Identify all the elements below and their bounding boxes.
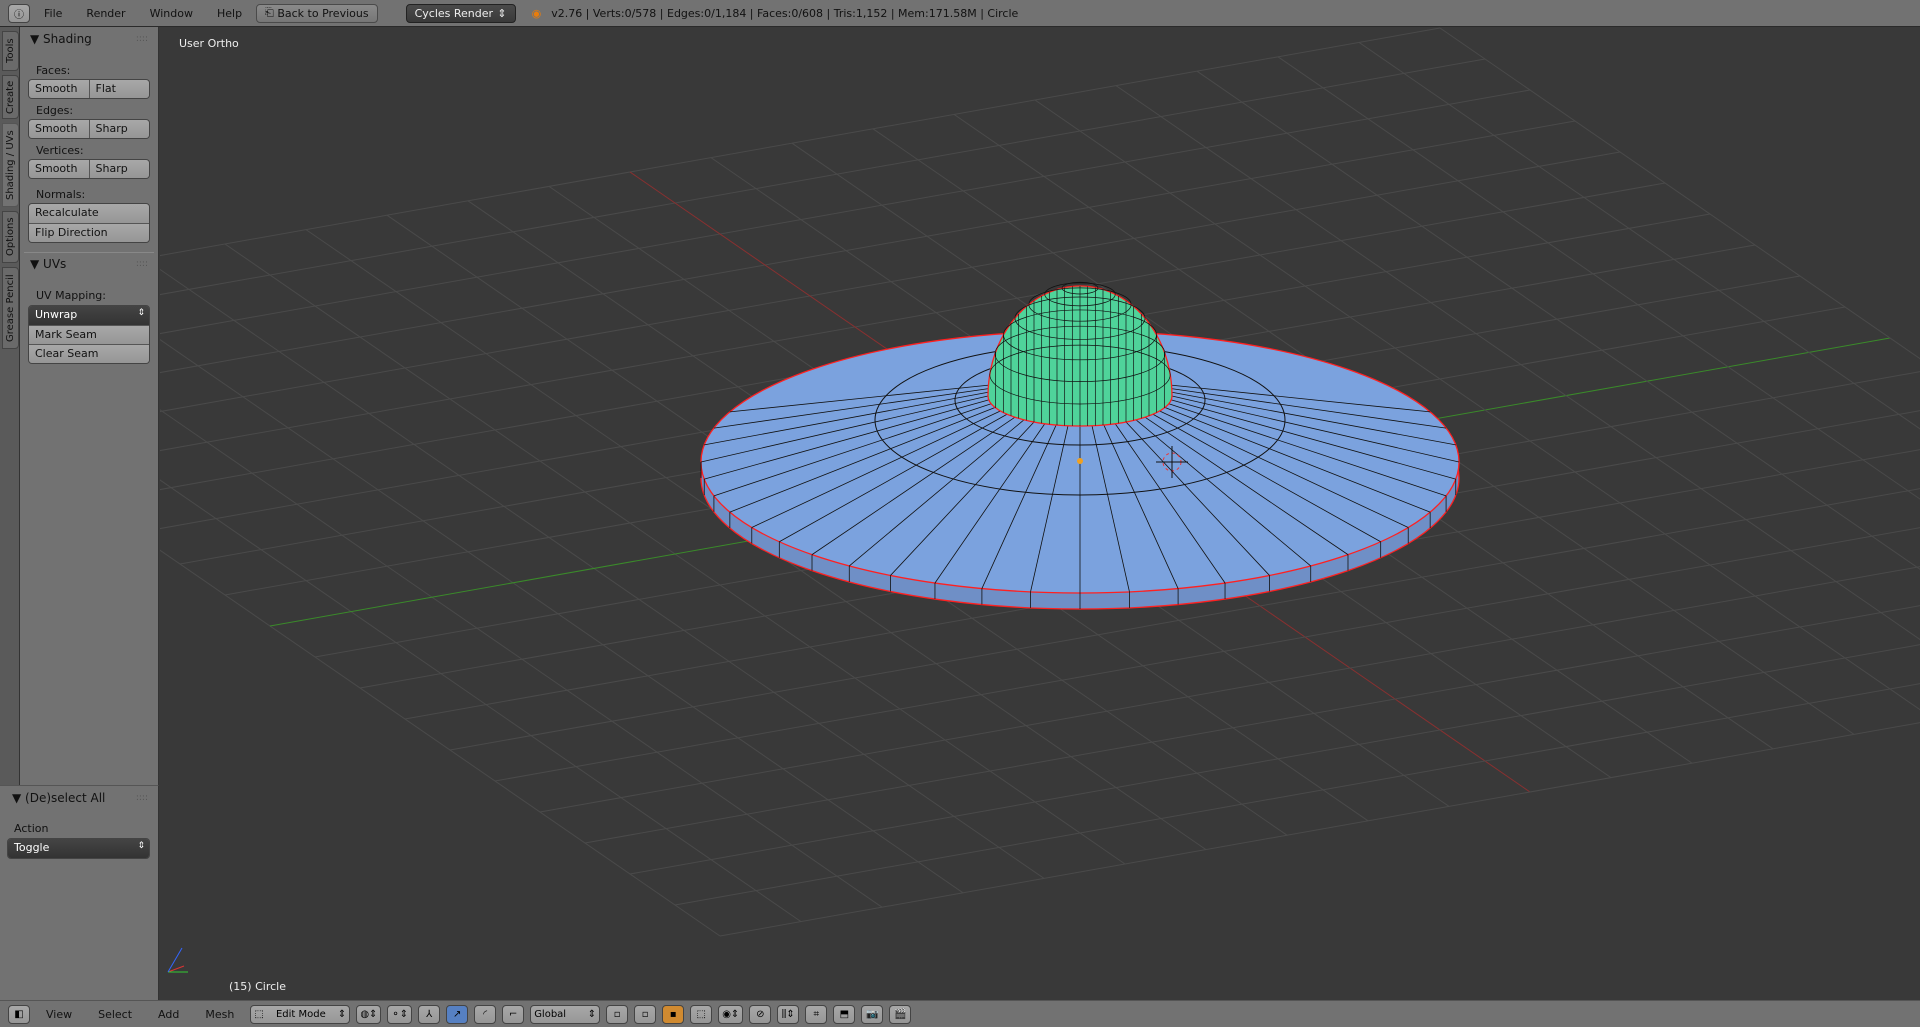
back-icon: ⎗ <box>265 6 278 19</box>
snap-element-icon[interactable]: ⫼⇕ <box>777 1004 800 1024</box>
translate-manipulator-icon[interactable]: ↗ <box>446 1004 469 1024</box>
snap-toggle-icon[interactable]: ⊘ <box>749 1004 772 1024</box>
faces-label: Faces: <box>36 64 71 77</box>
uv-mapping-label: UV Mapping: <box>36 289 106 302</box>
menu-render[interactable]: Render <box>76 7 135 20</box>
3d-viewport[interactable]: User Ortho (15) Circle <box>160 27 1920 1000</box>
uvs-panel-header[interactable]: ▼ UVs <box>30 257 66 271</box>
viewport-shading-icon[interactable]: ◍⇕ <box>356 1004 382 1024</box>
mode-value: Edit Mode <box>275 1008 326 1020</box>
grid-line <box>1439 27 1920 360</box>
edges-label: Edges: <box>36 104 74 117</box>
menu-mesh[interactable]: Mesh <box>195 1008 244 1021</box>
grid-line <box>719 722 1920 937</box>
layers-icon[interactable]: ⬒ <box>833 1004 856 1024</box>
panel-grip-icon[interactable]: :::: <box>136 793 148 803</box>
blender-logo-icon: ◉ <box>531 6 542 20</box>
proportional-editing-icon[interactable]: ◉⇕ <box>718 1004 744 1024</box>
divider <box>24 252 154 253</box>
menu-file[interactable]: File <box>34 7 72 20</box>
grid-line <box>674 683 1920 906</box>
render-engine-select[interactable]: Cycles Render ⇕ <box>405 3 516 23</box>
rotate-manipulator-icon[interactable]: ◜ <box>474 1004 497 1024</box>
info-header: ⓘ File Render Window Help ⎗ Back to Prev… <box>0 0 1920 27</box>
scale-manipulator-icon[interactable]: ⌐ <box>502 1004 525 1024</box>
axis-gizmo-icon <box>167 947 188 973</box>
tab-grease-pencil[interactable]: Grease Pencil <box>2 267 19 349</box>
vertices-label: Vertices: <box>36 144 84 157</box>
mark-seam-button[interactable]: Mark Seam <box>29 325 149 344</box>
edit-mode-icon: ⬚ <box>254 1008 264 1020</box>
mode-select[interactable]: ⬚ Edit Mode ⇕ <box>250 1004 351 1024</box>
viewport-scene <box>160 27 1920 937</box>
shading-panel-header[interactable]: ▼ Shading <box>30 32 92 46</box>
menu-select[interactable]: Select <box>88 1008 142 1021</box>
action-label: Action <box>14 822 49 835</box>
menu-help[interactable]: Help <box>207 7 252 20</box>
faces-group: Smooth Flat <box>28 79 150 99</box>
render-still-icon[interactable]: 📷 <box>861 1004 884 1024</box>
view-name: User Ortho <box>179 37 239 50</box>
faces-flat-button[interactable]: Flat <box>88 80 149 98</box>
edges-group: Smooth Sharp <box>28 119 150 139</box>
operator-panel-header[interactable]: ▼ (De)select All <box>12 791 105 805</box>
vertex-select-icon[interactable]: ▫ <box>606 1004 629 1024</box>
menu-add[interactable]: Add <box>148 1008 189 1021</box>
render-animation-icon[interactable]: 🎬 <box>889 1004 912 1024</box>
menu-window[interactable]: Window <box>140 7 203 20</box>
faces-smooth-button[interactable]: Smooth <box>29 80 89 98</box>
manipulator-toggle-icon[interactable]: ⅄ <box>418 1004 441 1024</box>
flip-direction-button[interactable]: Flip Direction <box>29 223 149 242</box>
tab-options[interactable]: Options <box>2 211 19 263</box>
operator-panel: ▼ (De)select All :::: Action Toggle ⇕ <box>0 785 159 1000</box>
vertices-sharp-button[interactable]: Sharp <box>88 160 149 178</box>
vertices-group: Smooth Sharp <box>28 159 150 179</box>
tool-tabs: Tools Create Shading / UVs Options Greas… <box>0 27 20 785</box>
uv-group: Unwrap ⇕ Mark Seam Clear Seam <box>28 305 150 364</box>
render-engine-value: Cycles Render <box>414 6 494 20</box>
recalculate-button[interactable]: Recalculate <box>29 204 149 223</box>
grid-line <box>584 605 1920 844</box>
action-select[interactable]: Toggle ⇕ <box>7 838 150 859</box>
orientation-select[interactable]: Global ⇕ <box>530 1004 601 1024</box>
grid-line <box>629 644 1920 875</box>
object-origin <box>1077 458 1083 464</box>
panel-grip-icon[interactable]: :::: <box>136 259 148 269</box>
tab-create[interactable]: Create <box>2 75 19 119</box>
edges-sharp-button[interactable]: Sharp <box>88 120 149 138</box>
editor-type-info-icon[interactable]: ⓘ <box>8 3 30 23</box>
tab-tools[interactable]: Tools <box>2 31 19 71</box>
tool-shelf: ▼ Shading :::: Faces: Smooth Flat Edges: … <box>20 27 159 785</box>
edges-smooth-button[interactable]: Smooth <box>29 120 89 138</box>
orientation-value: Global <box>534 1008 567 1020</box>
panel-grip-icon[interactable]: :::: <box>136 34 148 44</box>
back-label: Back to Previous <box>277 6 369 20</box>
editor-type-3d-view-icon[interactable]: ◧ <box>8 1004 30 1024</box>
grid-line <box>1358 41 1920 430</box>
tab-shading-uvs[interactable]: Shading / UVs <box>2 123 19 207</box>
object-info: (15) Circle <box>229 980 286 993</box>
menu-view[interactable]: View <box>36 1008 82 1021</box>
vertices-smooth-button[interactable]: Smooth <box>29 160 89 178</box>
grid-line <box>160 549 721 937</box>
normals-group: Recalculate Flip Direction <box>28 203 150 243</box>
pivot-point-icon[interactable]: ⚬⇕ <box>387 1004 413 1024</box>
edge-select-icon[interactable]: ▫ <box>634 1004 657 1024</box>
clear-seam-button[interactable]: Clear Seam <box>29 344 149 363</box>
normals-label: Normals: <box>36 188 86 201</box>
action-value: Toggle <box>14 841 50 854</box>
scene-stats: v2.76 | Verts:0/578 | Edges:0/1,184 | Fa… <box>551 6 1019 20</box>
3d-view-header: ◧ View Select Add Mesh ⬚ Edit Mode ⇕ ◍⇕ ⚬⇕… <box>0 1000 1920 1027</box>
grid-line <box>160 89 1531 335</box>
unwrap-menu[interactable]: Unwrap ⇕ <box>29 306 149 325</box>
limit-selection-icon[interactable]: ⬚ <box>690 1004 713 1024</box>
snap-target-icon[interactable]: ⌗ <box>805 1004 828 1024</box>
mesh-object <box>700 281 1460 610</box>
face-select-icon[interactable]: ▪ <box>662 1004 685 1024</box>
grid-line <box>160 27 1441 257</box>
back-to-previous-button[interactable]: ⎗ Back to Previous <box>256 3 378 23</box>
